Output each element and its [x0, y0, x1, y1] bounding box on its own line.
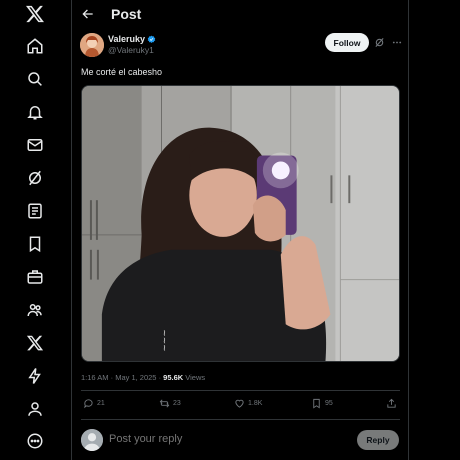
lists-icon[interactable]: [24, 200, 46, 222]
like-action[interactable]: 1.8K: [234, 398, 262, 409]
share-icon: [387, 398, 396, 408]
grok-icon[interactable]: [24, 167, 46, 189]
like-count: 1.8K: [248, 400, 263, 407]
more-circle-icon[interactable]: [24, 430, 46, 452]
x-logo-icon[interactable]: [24, 3, 46, 25]
post-actions: 21 23 1.8K 95: [81, 398, 400, 414]
author-handle[interactable]: @Valeruky1: [108, 45, 156, 55]
divider: [81, 419, 400, 420]
search-icon[interactable]: [24, 68, 46, 90]
reply-input[interactable]: [109, 433, 339, 445]
left-nav: [0, 0, 71, 460]
bell-icon[interactable]: [24, 101, 46, 123]
reply-action[interactable]: 21: [83, 398, 105, 409]
bookmark-action[interactable]: 95: [311, 398, 333, 409]
more-options-icon[interactable]: [391, 37, 403, 48]
post-header: Post: [72, 0, 408, 28]
post-photo[interactable]: ~~~: [81, 85, 400, 362]
svg-text:~~~: ~~~: [158, 329, 168, 351]
author-names: Valeruky @Valeruky1: [108, 34, 156, 55]
repost-count: 23: [173, 400, 181, 407]
jobs-icon[interactable]: [24, 266, 46, 288]
avatar[interactable]: [80, 33, 104, 57]
post-author: Valeruky @Valeruky1 Follow: [80, 33, 402, 59]
user-avatar[interactable]: [81, 429, 103, 451]
bookmark-icon[interactable]: [24, 233, 46, 255]
verified-badge-icon: [147, 35, 156, 43]
communities-icon[interactable]: [24, 299, 46, 321]
share-action[interactable]: [386, 398, 397, 409]
mail-icon[interactable]: [24, 134, 46, 156]
post-text: Me corté el cabesho: [81, 67, 163, 77]
grok-icon[interactable]: [374, 37, 385, 48]
post-date[interactable]: May 1, 2025: [115, 373, 156, 382]
views-label: Views: [183, 373, 206, 382]
reply-button[interactable]: Reply: [357, 430, 399, 450]
heart-icon: [235, 399, 244, 408]
repost-icon: [159, 399, 170, 408]
bookmark-count: 95: [325, 400, 333, 407]
profile-icon[interactable]: [24, 398, 46, 420]
display-name[interactable]: Valeruky: [108, 34, 145, 44]
views-count: 95.6K: [163, 373, 184, 382]
main-column: Post Valeruky @Valeruky1 Follow Me corté…: [71, 0, 409, 460]
post-meta: 1:16 AM · May 1, 2025 · 95.6K Views: [81, 373, 205, 382]
home-icon[interactable]: [24, 35, 46, 57]
lightning-icon[interactable]: [24, 365, 46, 387]
reply-icon: [84, 399, 93, 409]
repost-action[interactable]: 23: [159, 398, 181, 409]
page-title: Post: [111, 6, 142, 22]
back-arrow-icon[interactable]: [80, 6, 96, 22]
bookmark-icon: [313, 398, 320, 409]
follow-button[interactable]: Follow: [325, 33, 369, 52]
post-time[interactable]: 1:16 AM: [81, 373, 109, 382]
divider: [81, 390, 400, 391]
reply-count: 21: [97, 400, 105, 407]
reply-composer: Reply: [81, 427, 400, 453]
premium-x-icon[interactable]: [24, 332, 46, 354]
